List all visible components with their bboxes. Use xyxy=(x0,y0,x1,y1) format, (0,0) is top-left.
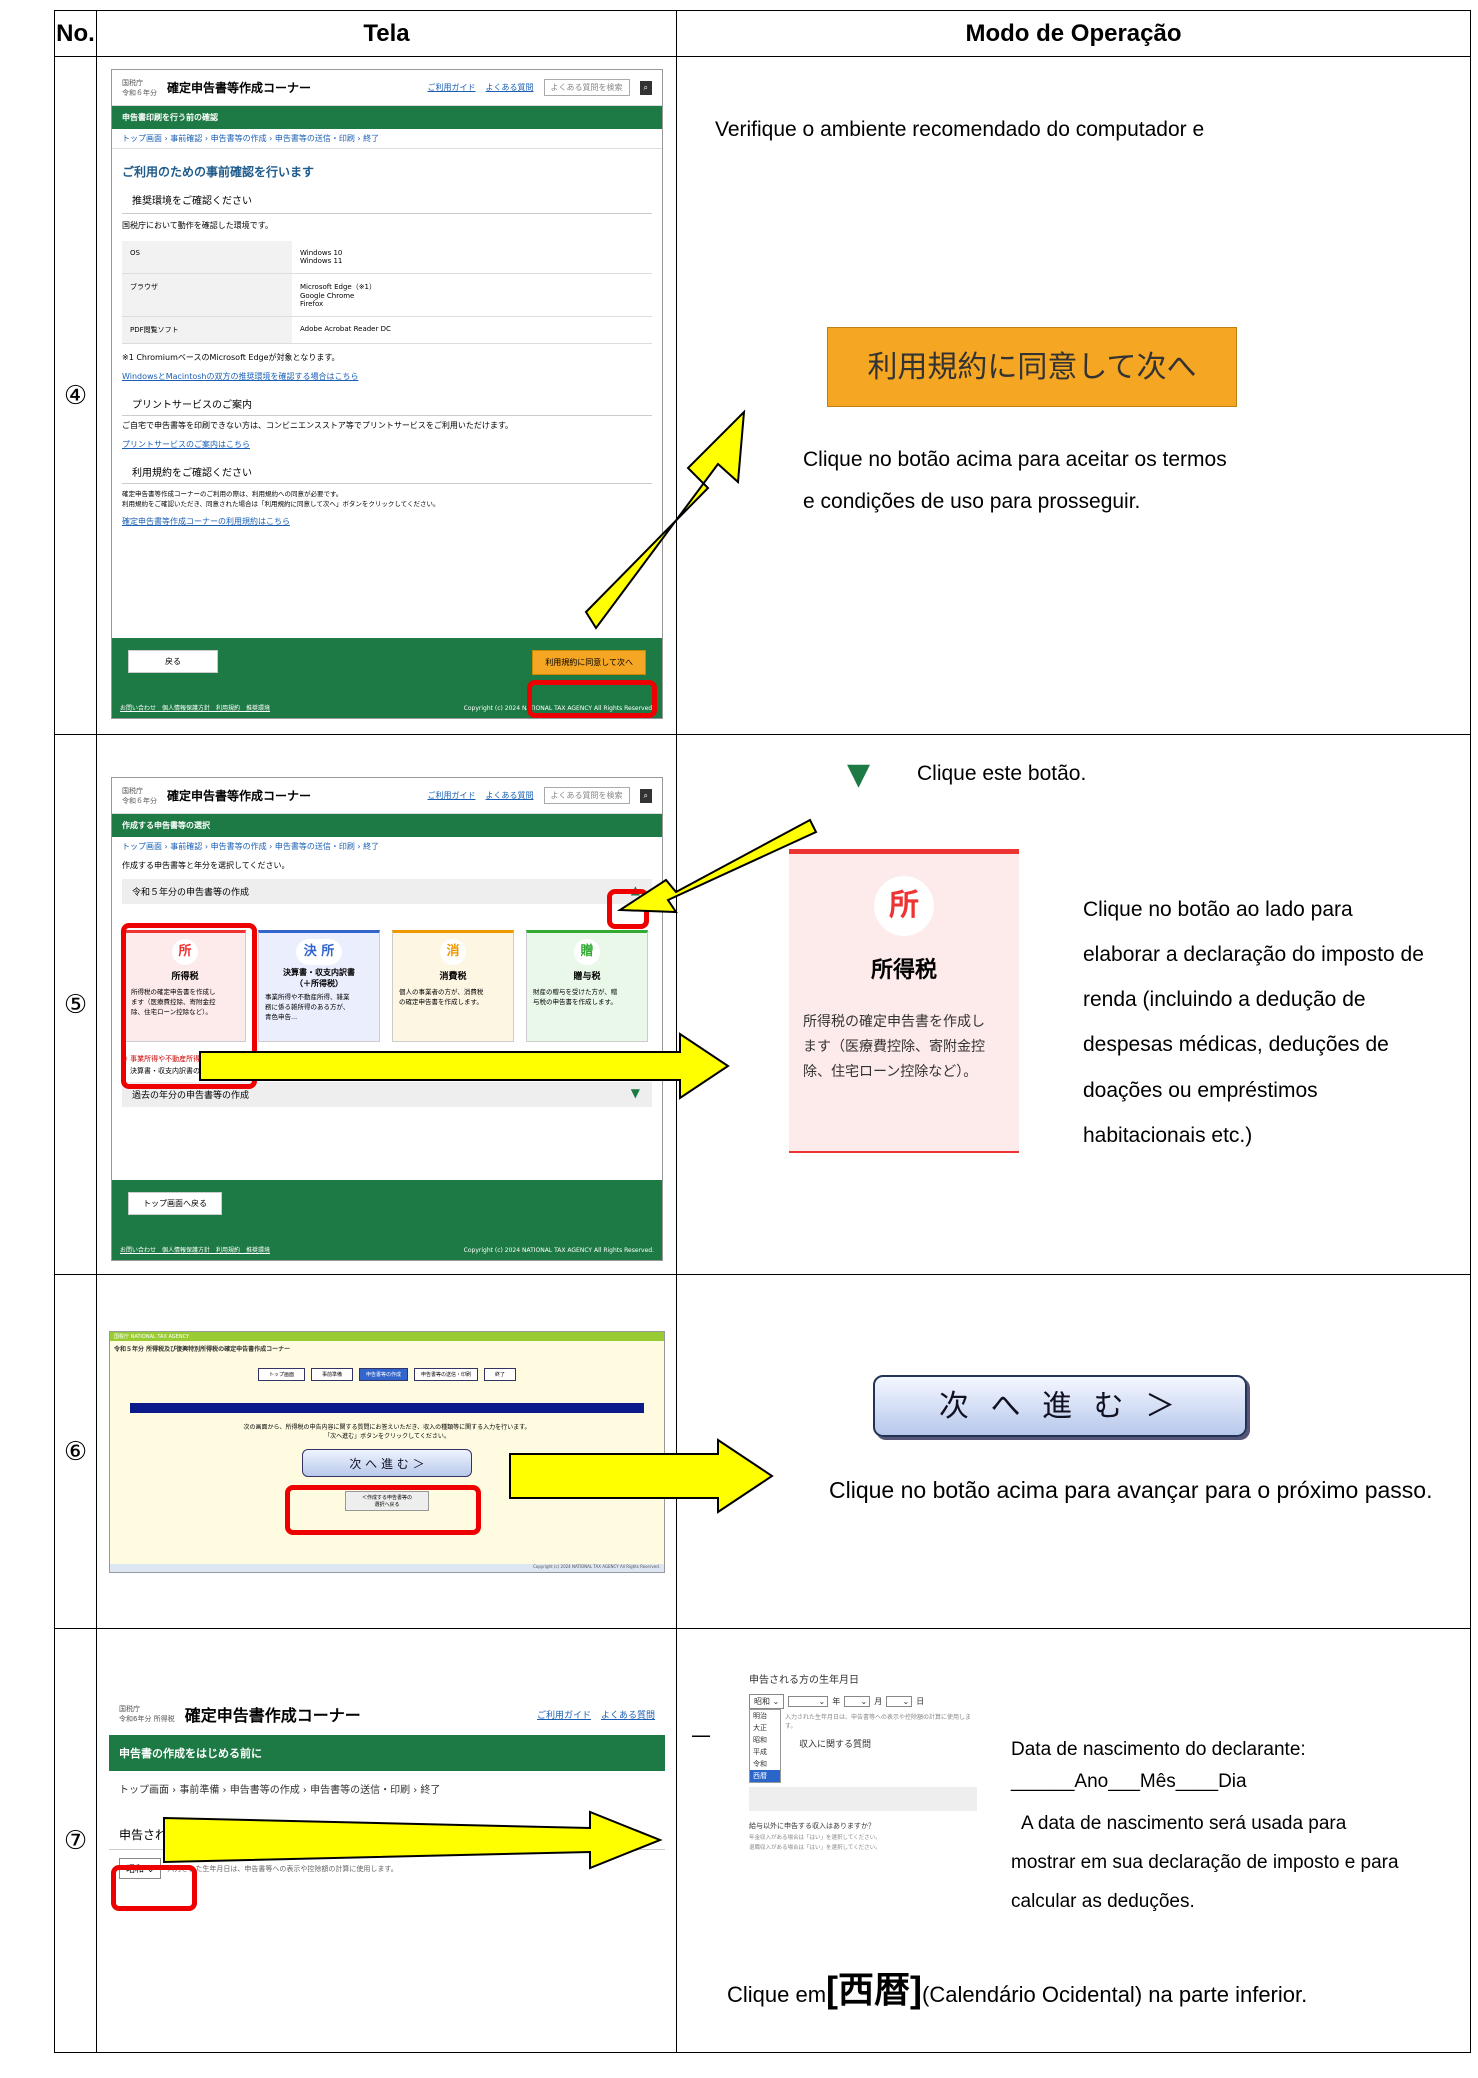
arrow-row5-top xyxy=(616,818,818,914)
arrow-row4 xyxy=(584,409,746,630)
arrow-row7 xyxy=(163,1810,663,1870)
arrow-overlay xyxy=(163,409,818,1870)
arrow-row5 xyxy=(199,1032,730,1100)
arrow-row6 xyxy=(509,1438,774,1514)
